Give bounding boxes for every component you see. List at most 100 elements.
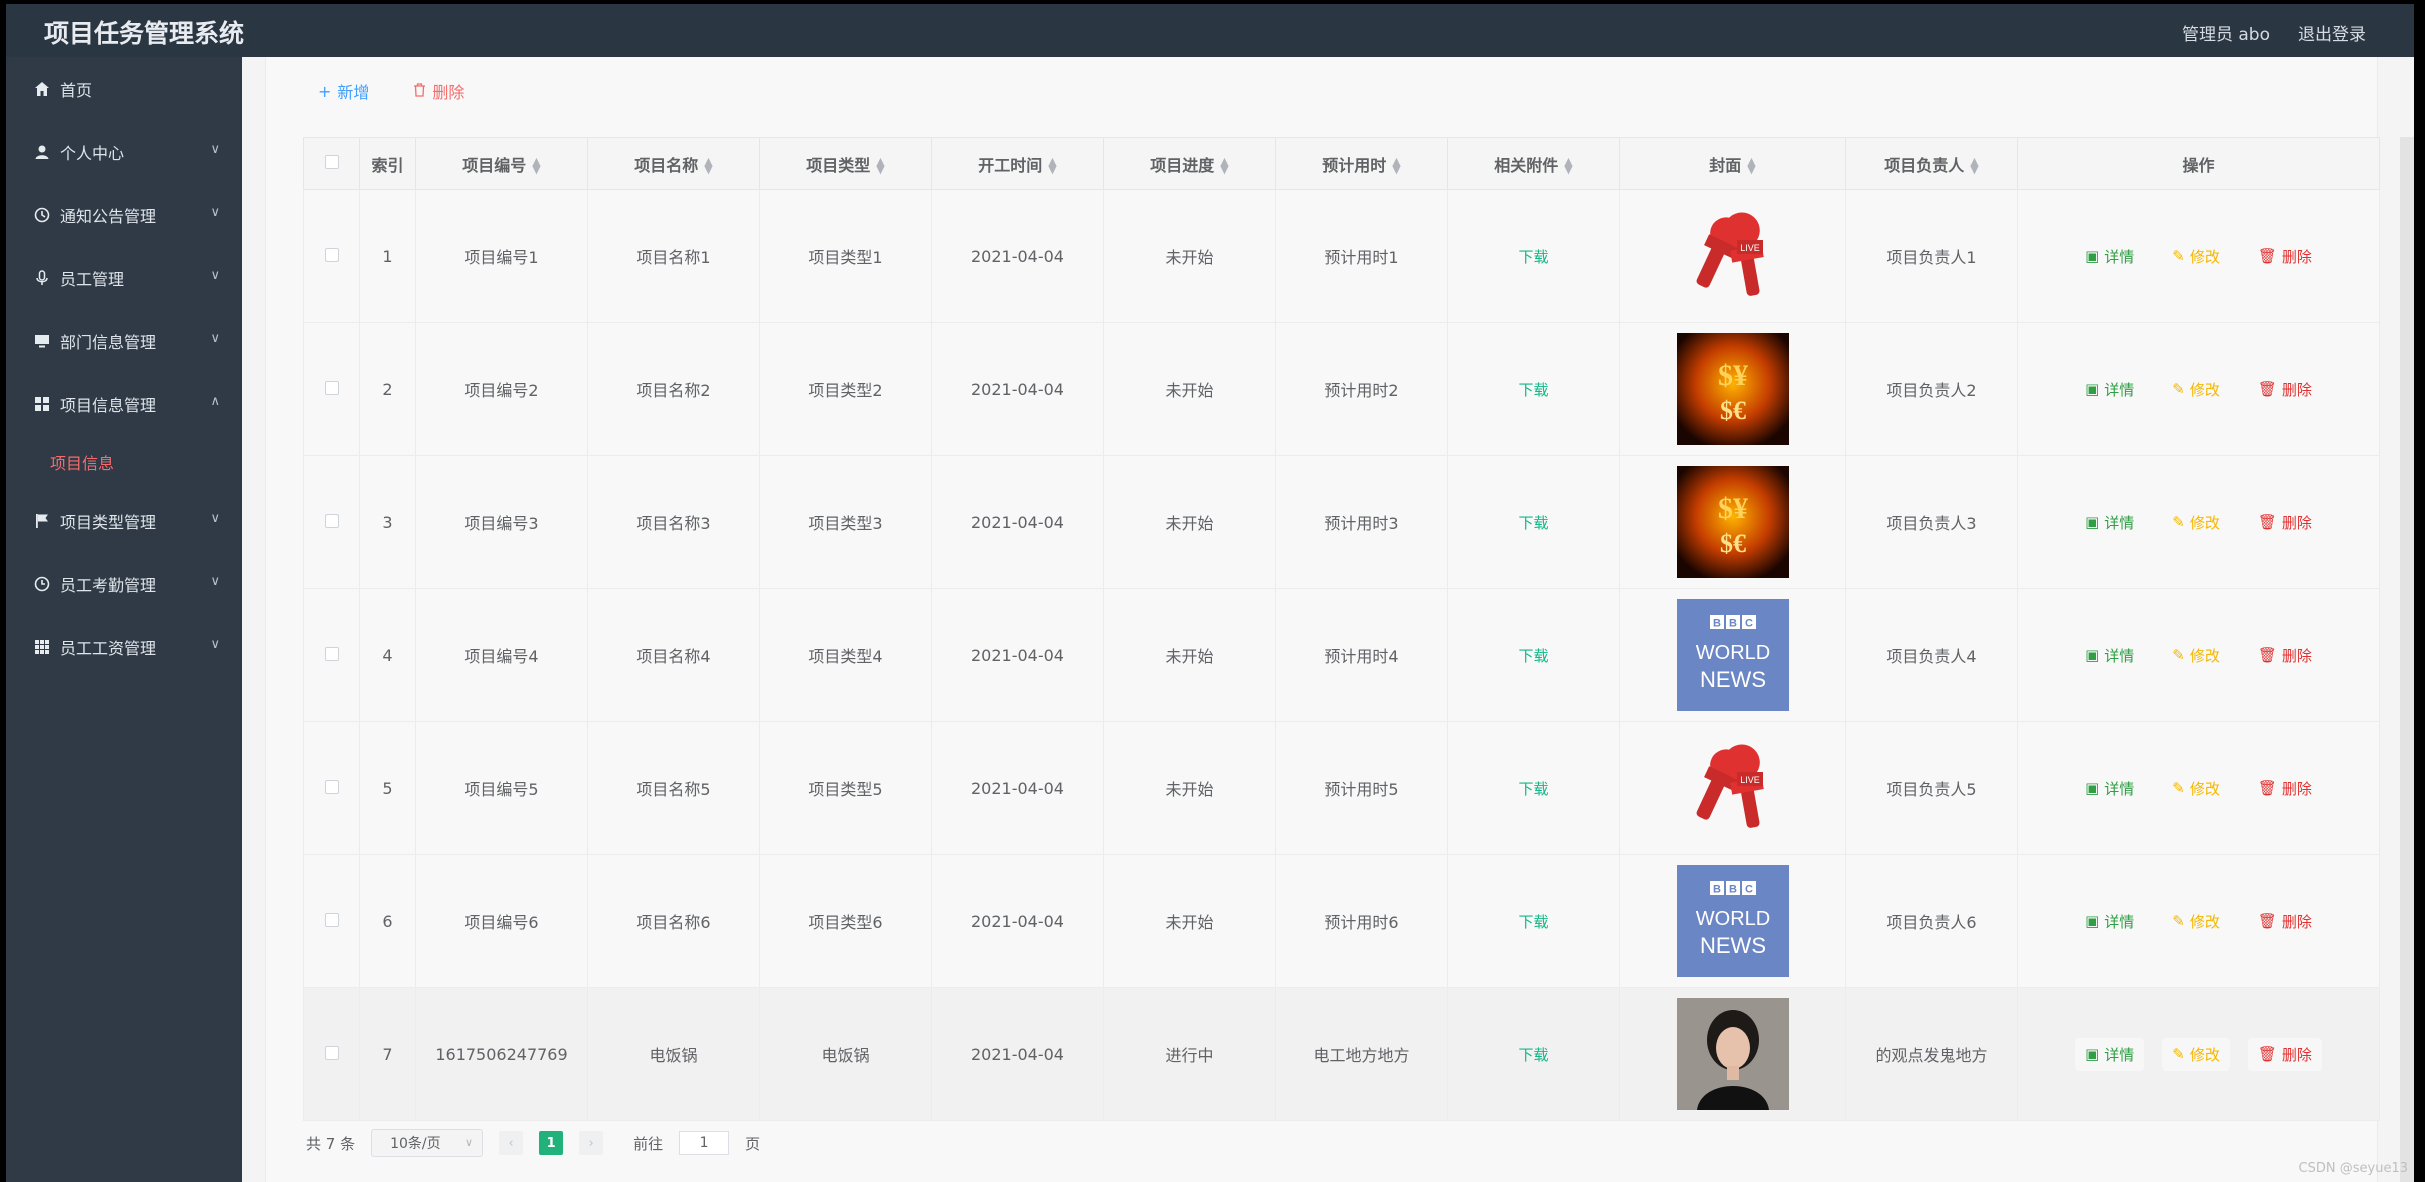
cell-code: 项目编号6 — [415, 854, 588, 988]
edit-button[interactable]: ✎ 修改 — [2162, 905, 2230, 938]
delete-button[interactable]: 🗑 删除 — [2248, 373, 2322, 406]
cover-image[interactable]: LIVE — [1676, 200, 1789, 312]
edit-button[interactable]: ✎ 修改 — [2162, 639, 2230, 672]
sidebar-subitem-project-info[interactable]: 项目信息 — [6, 435, 242, 489]
svg-text:LIVE: LIVE — [1740, 775, 1760, 785]
toolbar: + 新增 删除 — [318, 79, 464, 103]
download-link[interactable]: 下载 — [1518, 248, 1548, 266]
download-link[interactable]: 下载 — [1518, 1046, 1548, 1064]
cover-image[interactable]: BBC WORLD NEWS — [1676, 865, 1789, 977]
sort-icon[interactable]: ▲ ▼ — [1564, 156, 1572, 175]
detail-button[interactable]: ▣ 详情 — [2075, 639, 2144, 672]
detail-button[interactable]: ▣ 详情 — [2075, 772, 2144, 805]
table-row: 2 项目编号2 项目名称2 项目类型2 2021-04-04 未开始 预计用时2… — [303, 322, 2380, 456]
sort-icon[interactable]: ▲ ▼ — [1392, 156, 1400, 175]
sort-icon[interactable]: ▲ ▼ — [1747, 156, 1755, 175]
cell-cover: LIVE — [1619, 721, 1846, 855]
chevron-down-icon: ∨ — [210, 574, 220, 589]
detail-button[interactable]: ▣ 详情 — [2075, 905, 2144, 938]
edit-button[interactable]: ✎ 修改 — [2162, 1037, 2230, 1071]
sort-icon[interactable]: ▲ ▼ — [1048, 156, 1056, 175]
detail-label: 详情 — [2104, 912, 2135, 931]
row-checkbox[interactable] — [324, 247, 339, 262]
sort-icon[interactable]: ▲ ▼ — [1220, 156, 1228, 175]
detail-button[interactable]: ▣ 详情 — [2075, 240, 2144, 273]
sidebar-item-project-type[interactable]: 项目类型管理 ∨ — [6, 489, 242, 552]
column-header[interactable]: 开工时间 ▲ ▼ — [931, 137, 1104, 190]
cover-image[interactable] — [1676, 998, 1789, 1110]
sidebar-item-project[interactable]: 项目信息管理 ∧ — [6, 372, 242, 435]
bulk-delete-button[interactable]: 删除 — [413, 79, 464, 103]
edit-label: 修改 — [2189, 380, 2220, 399]
column-header-label: 项目编号 — [462, 155, 527, 175]
row-checkbox[interactable] — [324, 779, 339, 794]
download-link[interactable]: 下载 — [1518, 514, 1548, 532]
table-row: 7 1617506247769 电饭锅 电饭锅 2021-04-04 进行中 电… — [303, 987, 2380, 1121]
prev-page-button[interactable]: ‹ — [499, 1131, 524, 1155]
cover-image[interactable]: BBC WORLD NEWS — [1676, 599, 1789, 711]
delete-button[interactable]: 🗑 删除 — [2248, 240, 2322, 273]
select-all-checkbox[interactable] — [324, 155, 339, 169]
goto-page-input[interactable]: 1 — [679, 1131, 730, 1155]
apps-icon — [34, 639, 50, 655]
delete-button[interactable]: 🗑 删除 — [2248, 506, 2322, 539]
project-table: 索引 项目编号 ▲ ▼ 项目名称 ▲ ▼ 项目类型 ▲ ▼ 开工时间 ▲ ▼ 项目进度 ▲ ▼ 预计… — [303, 137, 2380, 1121]
cover-image[interactable]: $¥ $€ — [1676, 333, 1789, 445]
row-checkbox[interactable] — [324, 380, 339, 395]
add-button[interactable]: + 新增 — [318, 79, 369, 103]
page-size-select[interactable]: 10条/页 ∨ — [371, 1129, 484, 1157]
page-number[interactable]: 1 — [539, 1131, 564, 1155]
sidebar-item-home[interactable]: 首页 — [6, 57, 242, 120]
svg-text:B: B — [1729, 618, 1737, 630]
sidebar-item-department[interactable]: 部门信息管理 ∨ — [6, 309, 242, 372]
column-header[interactable]: 项目名称 ▲ ▼ — [587, 137, 760, 190]
svg-text:B: B — [1713, 884, 1721, 896]
column-header-label: 开工时间 — [978, 155, 1043, 175]
column-header[interactable]: 项目类型 ▲ ▼ — [759, 137, 932, 190]
column-header[interactable]: 预计用时 ▲ ▼ — [1275, 137, 1448, 190]
logout-link[interactable]: 退出登录 — [2298, 20, 2366, 45]
sort-icon[interactable]: ▲ ▼ — [1970, 156, 1978, 175]
sidebar-item-label: 首页 — [60, 80, 93, 100]
cover-image[interactable]: $¥ $€ — [1676, 466, 1789, 578]
row-checkbox[interactable] — [324, 1045, 339, 1060]
sort-icon[interactable]: ▲ ▼ — [876, 156, 884, 175]
scrollbar[interactable] — [2400, 137, 2414, 1182]
row-checkbox[interactable] — [324, 646, 339, 661]
download-link[interactable]: 下载 — [1518, 381, 1548, 399]
watermark: CSDN @seyue13 — [2298, 1161, 2408, 1176]
detail-button[interactable]: ▣ 详情 — [2075, 506, 2144, 539]
column-header[interactable]: 项目进度 ▲ ▼ — [1103, 137, 1276, 190]
edit-button[interactable]: ✎ 修改 — [2162, 373, 2230, 406]
sort-icon[interactable]: ▲ ▼ — [532, 156, 540, 175]
download-link[interactable]: 下载 — [1518, 780, 1548, 798]
detail-button[interactable]: ▣ 详情 — [2075, 1037, 2145, 1071]
user-icon — [34, 144, 50, 160]
column-header[interactable]: 封面 ▲ ▼ — [1619, 137, 1846, 190]
edit-button[interactable]: ✎ 修改 — [2162, 506, 2230, 539]
current-user[interactable]: 管理员 abo — [2182, 20, 2270, 45]
delete-button[interactable]: 🗑 删除 — [2248, 772, 2322, 805]
next-page-button[interactable]: › — [579, 1131, 604, 1155]
delete-button[interactable]: 🗑 删除 — [2247, 1037, 2322, 1071]
sidebar-item-notice[interactable]: 通知公告管理 ∨ — [6, 183, 242, 246]
download-link[interactable]: 下载 — [1518, 647, 1548, 665]
column-header[interactable]: 项目负责人 ▲ ▼ — [1845, 137, 2018, 190]
delete-button[interactable]: 🗑 删除 — [2248, 639, 2322, 672]
column-header[interactable]: 相关附件 ▲ ▼ — [1447, 137, 1620, 190]
edit-button[interactable]: ✎ 修改 — [2162, 772, 2230, 805]
sidebar-item-staff[interactable]: 员工管理 ∨ — [6, 246, 242, 309]
row-checkbox[interactable] — [324, 513, 339, 528]
download-link[interactable]: 下载 — [1518, 913, 1548, 931]
sidebar-item-profile[interactable]: 个人中心 ∨ — [6, 120, 242, 183]
detail-button[interactable]: ▣ 详情 — [2075, 373, 2144, 406]
sidebar-item-salary[interactable]: 员工工资管理 ∨ — [6, 615, 242, 678]
select-all-checkbox-cell — [303, 137, 360, 190]
sidebar-item-attendance[interactable]: 员工考勤管理 ∨ — [6, 552, 242, 615]
column-header[interactable]: 项目编号 ▲ ▼ — [415, 137, 588, 190]
edit-button[interactable]: ✎ 修改 — [2162, 240, 2230, 273]
cover-image[interactable]: LIVE — [1676, 732, 1789, 844]
row-checkbox[interactable] — [324, 912, 339, 927]
delete-button[interactable]: 🗑 删除 — [2248, 905, 2322, 938]
sort-icon[interactable]: ▲ ▼ — [704, 156, 712, 175]
